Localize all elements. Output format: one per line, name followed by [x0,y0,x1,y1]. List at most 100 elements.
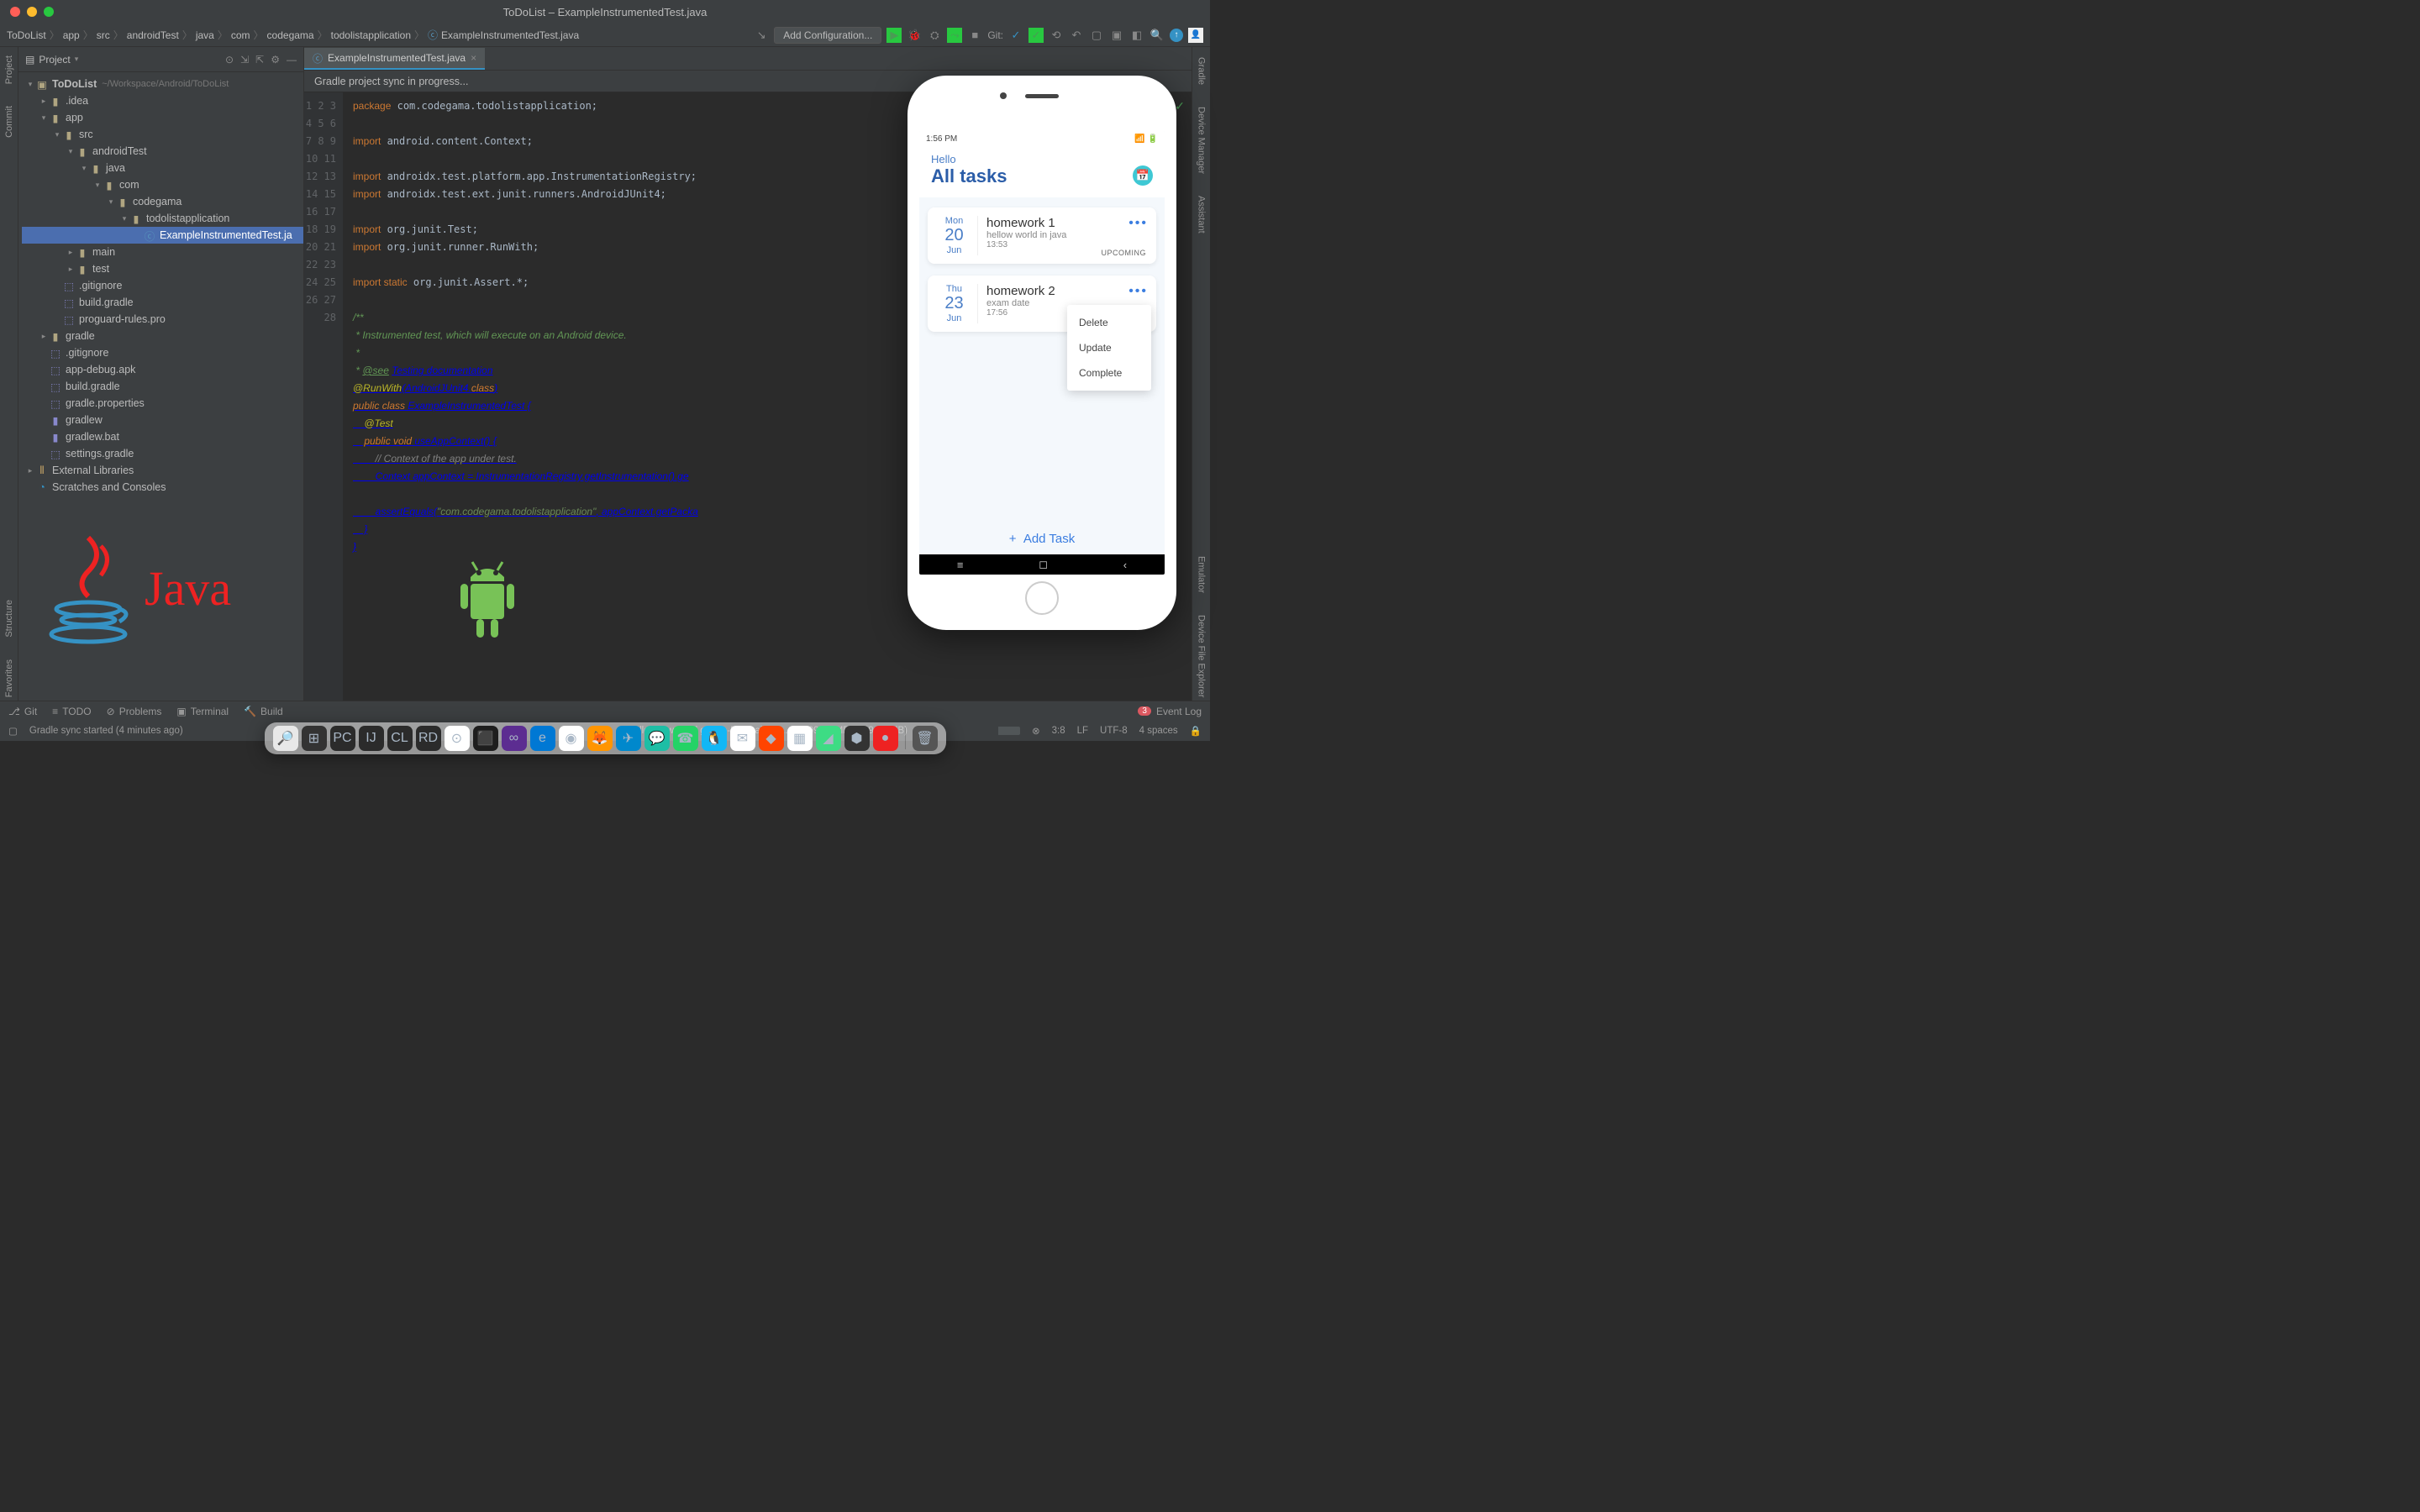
caret-position[interactable]: 3:8 [1052,726,1065,736]
git-history-icon[interactable]: ⟲ [1049,28,1064,43]
problems-tool-button[interactable]: ⊘ Problems [107,706,162,717]
tree-buildgradle-root[interactable]: ⬚build.gradle [22,378,303,395]
dock-app4[interactable]: ⬢ [844,726,870,751]
dock-app5[interactable]: ● [873,726,898,751]
dock-qq[interactable]: 🐧 [702,726,727,751]
assistant-tool-button[interactable]: Assistant [1197,192,1207,237]
task-menu-button[interactable]: ••• [1128,284,1148,299]
icon-3[interactable]: ◧ [1129,28,1144,43]
git-commit-icon[interactable]: ✓ [1028,28,1044,43]
dock-finder[interactable]: 🔎 [273,726,298,751]
tree-gradlew[interactable]: ▮gradlew [22,412,303,428]
crumb-project[interactable]: ToDoList [7,29,46,41]
tree-idea[interactable]: ▸▮.idea [22,92,303,109]
build-icon[interactable]: ↘ [754,28,769,43]
task-menu-button[interactable]: ••• [1128,216,1148,231]
tree-gitignore-root[interactable]: ⬚.gitignore [22,344,303,361]
git-update-icon[interactable]: ✓ [1008,28,1023,43]
dock-trash[interactable]: 🗑 [913,726,938,751]
crumb-androidtest[interactable]: androidTest [127,29,179,41]
emulator-tool-button[interactable]: Emulator [1197,553,1207,596]
add-task-button[interactable]: + Add Task [919,532,1165,546]
menu-update[interactable]: Update [1067,335,1151,360]
tree-codegama[interactable]: ▾▮codegama [22,193,303,210]
task-list[interactable]: Mon 20 Jun homework 1 hellow world in ja… [919,197,1165,554]
tree-gradle[interactable]: ▸▮gradle [22,328,303,344]
tree-test[interactable]: ▸▮test [22,260,303,277]
tree-package[interactable]: ▾▮todolistapplication [22,210,303,227]
git-rollback-icon[interactable]: ↶ [1069,28,1084,43]
minimize-window-button[interactable] [27,7,37,17]
stop-button[interactable]: ■ [967,28,982,43]
git-tool-button[interactable]: ⎇ Git [8,706,37,717]
terminal-tool-button[interactable]: ▣ Terminal [176,706,229,717]
task-card-1[interactable]: Mon 20 Jun homework 1 hellow world in ja… [928,207,1156,264]
run-button[interactable]: ▶ [886,28,902,43]
dock-iterm[interactable]: ⬛ [473,726,498,751]
tree-main[interactable]: ▸▮main [22,244,303,260]
dock-rider[interactable]: RD [416,726,441,751]
profile-button[interactable]: ⤳ [947,28,962,43]
inspection-ok-icon[interactable]: ✓ [1175,99,1185,113]
sync-icon[interactable]: ↑ [1170,29,1183,42]
nav-back-icon[interactable]: ‹ [1123,559,1127,571]
dock-edge[interactable]: e [530,726,555,751]
nav-recent-icon[interactable]: ≡ [957,559,964,571]
dock-launchpad[interactable]: ⊞ [302,726,327,751]
tree-java[interactable]: ▾▮java [22,160,303,176]
file-encoding[interactable]: UTF-8 [1100,726,1128,736]
tree-gradleprops[interactable]: ⬚gradle.properties [22,395,303,412]
search-icon[interactable]: 🔍 [1150,28,1165,43]
locate-icon[interactable]: ⊙ [225,54,234,66]
dock-app3[interactable]: ▦ [787,726,813,751]
tree-selected-file[interactable]: ⓒExampleInstrumentedTest.ja [22,227,303,244]
tree-buildgradle-app[interactable]: ⬚build.gradle [22,294,303,311]
menu-delete[interactable]: Delete [1067,310,1151,335]
tree-root[interactable]: ▾▣ToDoList~/Workspace/Android/ToDoList [22,76,303,92]
dock-telegram[interactable]: ✈ [616,726,641,751]
user-avatar[interactable]: 👤 [1188,28,1203,43]
crumb-java[interactable]: java [196,29,214,41]
error-count-badge[interactable]: 3 [1138,706,1151,716]
dock-chrome[interactable]: ◉ [559,726,584,751]
icon-1[interactable]: ▢ [1089,28,1104,43]
line-separator[interactable]: LF [1077,726,1088,736]
project-view-selector[interactable]: ▤ Project ▾ [25,54,78,66]
commit-tool-button[interactable]: Commit [4,102,14,141]
tree-androidtest[interactable]: ▾▮androidTest [22,143,303,160]
readonly-lock-icon[interactable]: 🔒 [1190,725,1202,737]
dock-intellij[interactable]: IJ [359,726,384,751]
tree-settings[interactable]: ⬚settings.gradle [22,445,303,462]
dock-mail[interactable]: ✉ [730,726,755,751]
device-manager-tool-button[interactable]: Device Manager [1197,103,1207,177]
phone-home-button[interactable] [1025,581,1059,615]
tree-proguard[interactable]: ⬚proguard-rules.pro [22,311,303,328]
project-tool-button[interactable]: Project [4,52,14,87]
collapse-all-icon[interactable]: ⇱ [255,54,264,66]
settings-icon[interactable]: ⚙ [271,54,280,66]
gradle-tool-button[interactable]: Gradle [1197,54,1207,88]
crumb-package[interactable]: todolistapplication [331,29,411,41]
build-tool-button[interactable]: 🔨 Build [244,706,283,717]
maximize-window-button[interactable] [44,7,54,17]
dock-app1[interactable]: ⊙ [445,726,470,751]
crumb-src[interactable]: src [97,29,110,41]
indent-settings[interactable]: 4 spaces [1139,726,1178,736]
status-icon[interactable]: ▢ [8,725,18,737]
expand-all-icon[interactable]: ⇲ [240,54,249,66]
tree-app[interactable]: ▾▮app [22,109,303,126]
structure-tool-button[interactable]: Structure [4,596,14,641]
dock-whatsapp[interactable]: ☎ [673,726,698,751]
close-tab-icon[interactable]: × [471,52,476,64]
hide-icon[interactable]: — [287,54,297,66]
tree-apk[interactable]: ⬚app-debug.apk [22,361,303,378]
tree-com[interactable]: ▾▮com [22,176,303,193]
favorites-tool-button[interactable]: Favorites [4,656,14,701]
tree-scratches[interactable]: ◔Scratches and Consoles [22,479,303,496]
debug-button[interactable]: 🐞 [907,28,922,43]
crumb-com[interactable]: com [231,29,250,41]
crumb-codegama[interactable]: codegama [267,29,314,41]
dock-clion[interactable]: CL [387,726,413,751]
dock-app2[interactable]: ◆ [759,726,784,751]
calendar-icon[interactable]: 📅 [1133,165,1153,186]
